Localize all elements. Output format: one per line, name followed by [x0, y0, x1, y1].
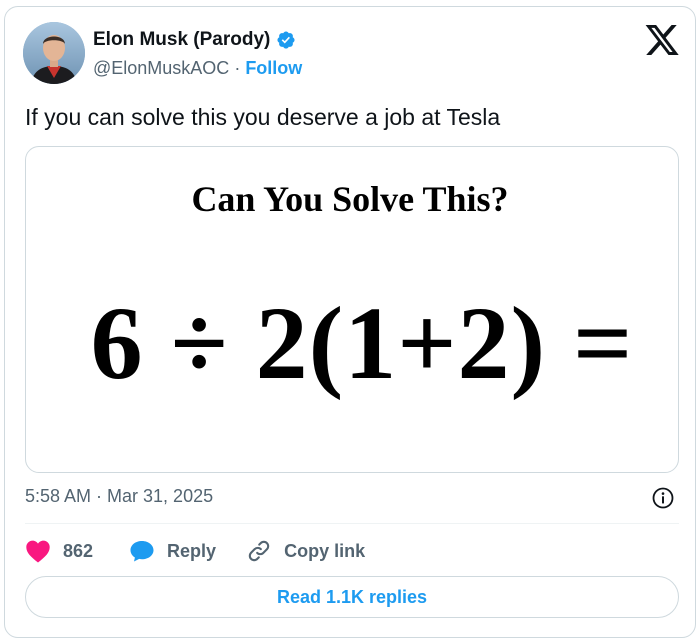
copy-link-button[interactable]: Copy link [246, 538, 365, 564]
reply-button[interactable]: Reply [129, 539, 216, 563]
author-handle[interactable]: @ElonMuskAOC [93, 58, 229, 79]
action-bar: 862 Reply Copy link [25, 537, 365, 565]
verified-badge-icon [276, 30, 296, 50]
reply-bubble-icon [130, 541, 154, 562]
avatar-image [23, 22, 85, 84]
avatar[interactable] [23, 22, 85, 84]
handle-separator: · [234, 58, 241, 78]
author-handle-row: @ElonMuskAOC · Follow [93, 58, 302, 79]
tweet-timestamp[interactable]: 5:58 AM · Mar 31, 2025 [25, 486, 213, 507]
reply-label: Reply [167, 540, 217, 561]
tweet-text: If you can solve this you deserve a job … [25, 104, 501, 130]
info-icon[interactable] [651, 486, 675, 510]
link-icon [248, 540, 270, 562]
author-name-row: Elon Musk (Parody) [93, 29, 296, 51]
heart-icon [26, 540, 50, 563]
media-title: Can You Solve This? [191, 179, 509, 219]
divider [25, 523, 679, 524]
author-display-name[interactable]: Elon Musk (Parody) [93, 29, 270, 51]
copy-link-label: Copy link [284, 540, 366, 561]
read-replies-button[interactable]: Read 1.1K replies [25, 576, 679, 618]
x-logo-icon[interactable] [644, 24, 680, 56]
follow-button[interactable]: Follow [245, 58, 302, 79]
read-replies-label: Read 1.1K replies [276, 586, 428, 607]
media-equation: 6 ÷ 2(1+2) = [90, 286, 634, 401]
like-count: 862 [63, 540, 94, 561]
like-button[interactable]: 862 [25, 539, 93, 563]
